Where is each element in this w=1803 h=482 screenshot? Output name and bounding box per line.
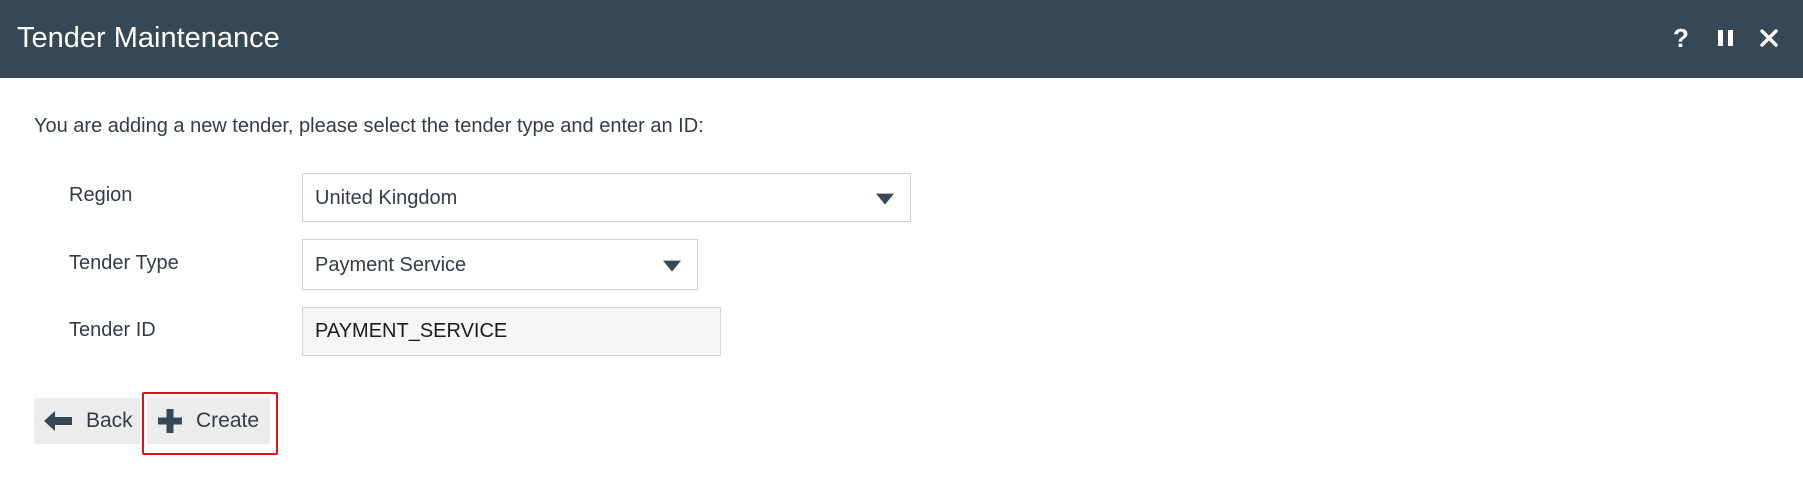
pause-button[interactable] [1703, 20, 1747, 56]
question-mark-icon: ? [1673, 23, 1689, 53]
caret-down-icon [876, 193, 894, 205]
caret-down-icon [663, 260, 681, 272]
close-button[interactable] [1747, 20, 1791, 56]
tender-type-select[interactable]: Payment Service [302, 239, 698, 290]
close-icon [1760, 29, 1778, 47]
back-button-label: Back [86, 409, 133, 432]
plus-icon [158, 409, 182, 433]
tender-id-label: Tender ID [69, 319, 156, 341]
create-button[interactable]: Create [147, 398, 270, 444]
form-instructions: You are adding a new tender, please sele… [34, 115, 704, 137]
tender-type-selected-value: Payment Service [315, 253, 467, 276]
region-select[interactable]: United Kingdom [302, 173, 911, 222]
back-button[interactable]: Back [34, 398, 140, 444]
pause-icon [1717, 30, 1733, 46]
create-button-label: Create [196, 409, 260, 432]
tender-id-input[interactable] [302, 307, 721, 356]
region-label: Region [69, 184, 133, 206]
help-button[interactable]: ? [1659, 20, 1703, 56]
title-bar: Tender Maintenance ? [0, 0, 1803, 78]
header-actions: ? [1659, 20, 1791, 56]
region-selected-value: United Kingdom [315, 186, 458, 209]
arrow-left-icon [44, 411, 72, 431]
tender-type-label: Tender Type [69, 252, 179, 274]
page-title: Tender Maintenance [17, 22, 280, 54]
